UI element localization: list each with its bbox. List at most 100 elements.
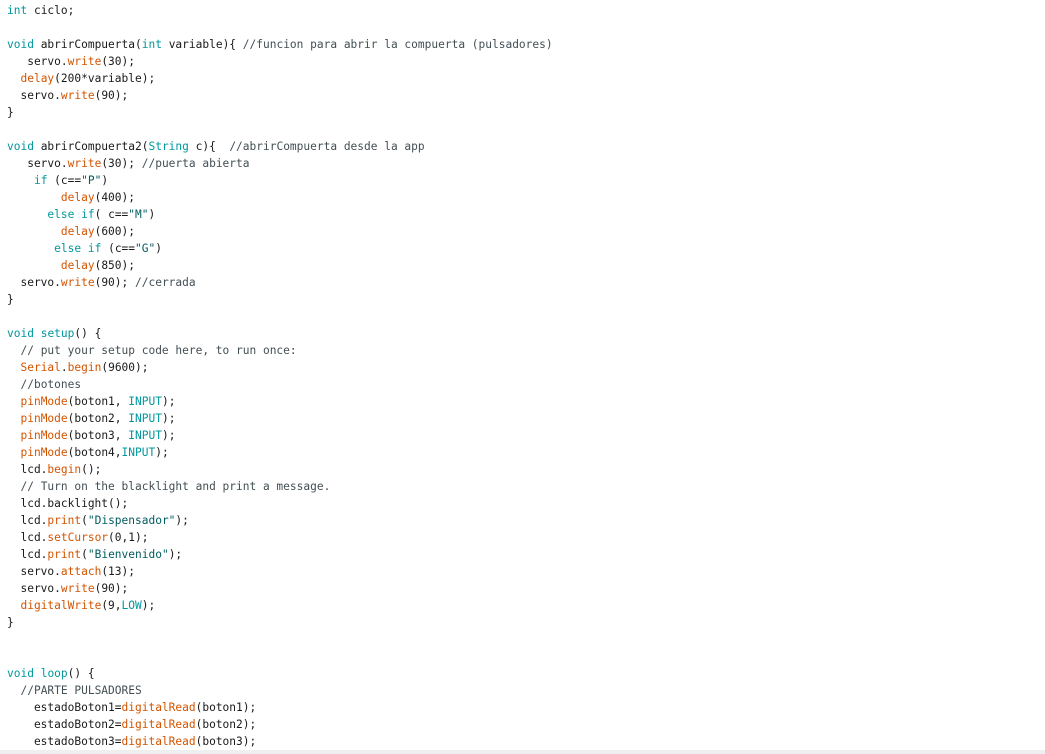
- code-line[interactable]: lcd.setCursor(0,1);: [7, 529, 148, 546]
- code-line[interactable]: }: [7, 104, 14, 121]
- code-token: write: [67, 55, 102, 68]
- code-token: ( c==: [94, 208, 129, 221]
- code-token: (90);: [94, 89, 129, 102]
- code-token: (boton3);: [195, 735, 257, 748]
- code-token: attach: [60, 565, 102, 578]
- code-line[interactable]: servo.write(90); //cerrada: [7, 274, 195, 291]
- code-editor[interactable]: int ciclo; void abrirCompuerta(int variab…: [0, 0, 1045, 750]
- code-token: ): [148, 208, 156, 221]
- code-token: setCursor: [47, 531, 109, 544]
- code-token: void: [7, 38, 34, 51]
- code-token: "Dispensador": [87, 514, 176, 527]
- code-token: (c==: [47, 174, 82, 187]
- code-token: );: [168, 548, 183, 561]
- code-token: if: [87, 242, 102, 255]
- code-line[interactable]: lcd.backlight();: [7, 495, 128, 512]
- code-token: //puerta abierta: [141, 157, 250, 170]
- code-token: lcd.: [7, 463, 48, 476]
- code-line[interactable]: Serial.begin(9600);: [7, 359, 149, 376]
- code-token: servo.: [7, 276, 61, 289]
- code-token: servo.: [7, 157, 68, 170]
- code-line[interactable]: //PARTE PULSADORES: [7, 682, 141, 699]
- code-token: INPUT: [128, 395, 162, 408]
- code-token: lcd.: [7, 531, 48, 544]
- code-token: if: [81, 208, 95, 221]
- code-token: "M": [128, 208, 149, 221]
- code-token: pinMode: [20, 446, 68, 459]
- code-line[interactable]: pinMode(boton1, INPUT);: [7, 393, 175, 410]
- code-line[interactable]: void loop() {: [7, 665, 95, 682]
- code-token: (boton1);: [195, 701, 257, 714]
- code-token: //abrirCompuerta desde la app: [229, 140, 425, 153]
- code-line[interactable]: lcd.begin();: [7, 461, 101, 478]
- code-line[interactable]: delay(600);: [7, 223, 135, 240]
- code-line[interactable]: }: [7, 291, 14, 308]
- code-token: );: [155, 446, 169, 459]
- code-token: digitalRead: [121, 735, 196, 748]
- code-line[interactable]: estadoBoton3=digitalRead(boton3);: [7, 733, 256, 750]
- code-line[interactable]: servo.write(90);: [7, 87, 128, 104]
- code-line[interactable]: int ciclo;: [7, 2, 74, 19]
- code-line[interactable]: delay(850);: [7, 257, 135, 274]
- code-token: (9600);: [101, 361, 149, 374]
- code-token: servo.: [7, 582, 61, 595]
- code-token: print: [47, 514, 82, 527]
- code-token: (: [81, 548, 88, 561]
- code-line[interactable]: delay(400);: [7, 189, 135, 206]
- code-line[interactable]: else if( c=="M"): [7, 206, 155, 223]
- code-line[interactable]: void setup() {: [7, 325, 101, 342]
- code-line[interactable]: delay(200*variable);: [7, 70, 155, 87]
- code-line[interactable]: servo.write(30); //puerta abierta: [7, 155, 250, 172]
- code-line[interactable]: }: [7, 614, 14, 631]
- code-token: () {: [74, 327, 102, 340]
- horizontal-scrollbar[interactable]: [0, 750, 1045, 754]
- code-token: "G": [135, 242, 156, 255]
- code-line[interactable]: estadoBoton1=digitalRead(boton1);: [7, 699, 256, 716]
- code-token: ): [155, 242, 162, 255]
- code-line[interactable]: void abrirCompuerta2(String c){ //abrirC…: [7, 138, 425, 155]
- code-line[interactable]: servo.write(30);: [7, 53, 135, 70]
- code-token: //funcion para abrir la compuerta (pulsa…: [242, 38, 553, 51]
- code-token: servo.: [7, 89, 61, 102]
- code-token: void: [7, 327, 34, 340]
- code-line[interactable]: void abrirCompuerta(int variable){ //fun…: [7, 36, 553, 53]
- code-token: loop: [40, 667, 68, 680]
- code-token: (13);: [101, 565, 135, 578]
- code-line[interactable]: lcd.print("Bienvenido");: [7, 546, 182, 563]
- code-line[interactable]: else if (c=="G"): [7, 240, 162, 257]
- code-line[interactable]: pinMode(boton4,INPUT);: [7, 444, 169, 461]
- code-line[interactable]: // Turn on the blacklight and print a me…: [7, 478, 330, 495]
- code-line[interactable]: servo.write(90);: [7, 580, 128, 597]
- code-token: (90);: [94, 582, 129, 595]
- code-token: // put your setup code here, to run once…: [20, 344, 297, 357]
- code-line[interactable]: pinMode(boton2, INPUT);: [7, 410, 175, 427]
- code-token: ();: [81, 463, 102, 476]
- code-token: begin: [67, 361, 102, 374]
- code-token: );: [161, 395, 176, 408]
- code-line[interactable]: //botones: [7, 376, 81, 393]
- code-line[interactable]: pinMode(boton3, INPUT);: [7, 427, 175, 444]
- code-token: digitalWrite: [20, 599, 102, 612]
- code-line[interactable]: // put your setup code here, to run once…: [7, 342, 297, 359]
- code-token: INPUT: [128, 412, 162, 425]
- code-token: int: [141, 38, 162, 51]
- code-line[interactable]: estadoBoton2=digitalRead(boton2);: [7, 716, 256, 733]
- code-line[interactable]: servo.attach(13);: [7, 563, 135, 580]
- code-line[interactable]: if (c=="P"): [7, 172, 108, 189]
- code-line[interactable]: digitalWrite(9,LOW);: [7, 597, 155, 614]
- code-line[interactable]: lcd.print("Dispensador");: [7, 512, 188, 529]
- code-token: }: [7, 616, 14, 629]
